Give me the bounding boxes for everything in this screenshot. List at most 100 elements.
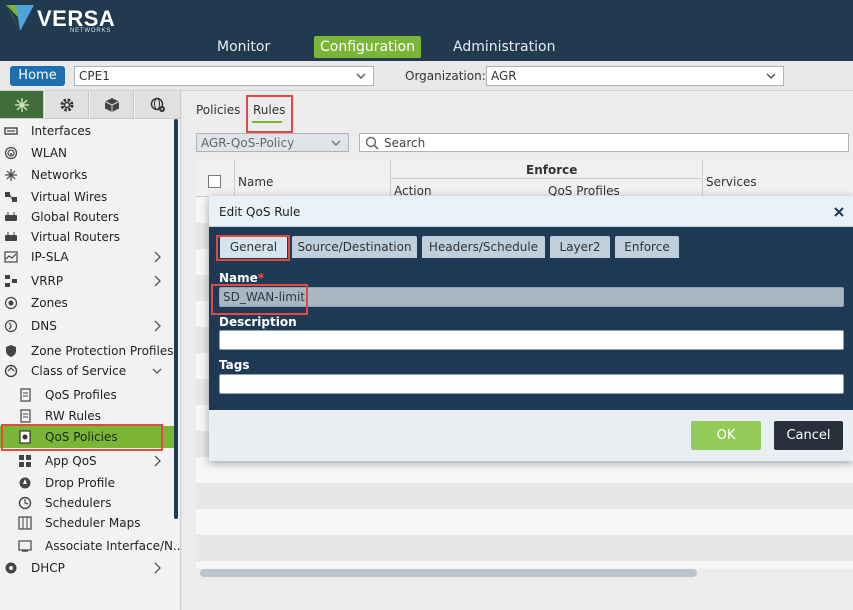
sidebar-item-associate-interface-n[interactable]: Associate Interface/N... bbox=[0, 536, 184, 556]
sidebar-item-interfaces[interactable]: Interfaces bbox=[0, 121, 172, 141]
router-icon bbox=[5, 212, 17, 221]
sidebar-item-qos-profiles[interactable]: QoS Profiles bbox=[0, 385, 172, 405]
sidebar-item-schedulers[interactable]: Schedulers bbox=[0, 493, 172, 513]
vrrp-icon bbox=[5, 275, 17, 287]
sidebar-item-dns[interactable]: DNS bbox=[0, 316, 172, 336]
table-row[interactable] bbox=[196, 483, 853, 509]
nav-tab-configuration[interactable]: Configuration bbox=[314, 36, 421, 58]
chevron-right-icon[interactable] bbox=[152, 562, 162, 574]
column-header-name[interactable]: Name bbox=[238, 175, 273, 189]
nav-tab-administration[interactable]: Administration bbox=[447, 36, 561, 58]
sidebar-item-class-of-service[interactable]: Class of Service bbox=[0, 361, 172, 381]
sidebar-tab-settings[interactable] bbox=[45, 91, 89, 119]
search-icon bbox=[365, 136, 379, 150]
tags-label: Tags bbox=[219, 358, 250, 372]
sidebar-item-label: Zone Protection Profiles bbox=[31, 344, 174, 358]
device-select-value: CPE1 bbox=[79, 69, 110, 83]
sidebar-item-networks[interactable]: Networks bbox=[0, 165, 172, 185]
sidebar-item-vrrp[interactable]: VRRP bbox=[0, 271, 172, 291]
horizontal-scrollbar[interactable] bbox=[200, 569, 697, 577]
drop-icon bbox=[19, 477, 31, 489]
chevron-down-icon bbox=[356, 73, 366, 79]
tab-source-destination[interactable]: Source/Destination bbox=[292, 236, 417, 258]
search-placeholder: Search bbox=[384, 136, 426, 150]
sidebar-item-label: DHCP bbox=[31, 561, 65, 575]
cube-icon bbox=[104, 97, 119, 112]
search-input[interactable]: Search bbox=[359, 133, 849, 152]
sidebar-item-scheduler-maps[interactable]: Scheduler Maps bbox=[0, 513, 172, 533]
cos-icon bbox=[4, 364, 18, 378]
description-field[interactable] bbox=[219, 330, 844, 350]
policy-select-value: AGR-QoS-Policy bbox=[201, 136, 295, 150]
name-field[interactable] bbox=[219, 287, 844, 307]
table-row[interactable] bbox=[196, 509, 853, 535]
sidebar-item-wlan[interactable]: WLAN bbox=[0, 143, 172, 163]
select-all-checkbox[interactable] bbox=[208, 175, 221, 188]
column-divider bbox=[234, 159, 235, 197]
sidebar-tab-services[interactable] bbox=[135, 91, 181, 119]
chevron-right-icon[interactable] bbox=[152, 275, 162, 287]
sidebar-tab-objects[interactable] bbox=[90, 91, 134, 119]
tab-headers-schedule[interactable]: Headers/Schedule bbox=[422, 236, 545, 258]
chevron-down-icon[interactable] bbox=[152, 365, 162, 377]
chevron-right-icon[interactable] bbox=[152, 455, 162, 467]
ok-button[interactable]: OK bbox=[691, 421, 761, 450]
sidebar-item-label: Virtual Routers bbox=[31, 230, 121, 244]
sidebar-item-ip-sla[interactable]: IP-SLA bbox=[0, 247, 172, 267]
sidebar-item-zones[interactable]: Zones bbox=[0, 293, 172, 313]
home-button[interactable]: Home bbox=[10, 66, 65, 86]
dhcp-icon bbox=[5, 562, 17, 574]
name-label-text: Name bbox=[219, 271, 258, 285]
associate-icon bbox=[18, 540, 32, 552]
sidebar-item-label: Class of Service bbox=[31, 364, 127, 378]
tab-policies[interactable]: Policies bbox=[196, 103, 240, 117]
chevron-right-icon[interactable] bbox=[152, 320, 162, 332]
sidebar-item-label: DNS bbox=[31, 319, 57, 333]
wifi-icon bbox=[4, 146, 18, 160]
sidebar-item-dhcp[interactable]: DHCP bbox=[0, 558, 172, 578]
sidebar-item-label: RW Rules bbox=[45, 409, 101, 423]
sidebar-item-virtual-routers[interactable]: Virtual Routers bbox=[0, 227, 172, 247]
sidebar-item-global-routers[interactable]: Global Routers bbox=[0, 207, 172, 227]
sidebar-item-rw-rules[interactable]: RW Rules bbox=[0, 406, 172, 426]
versa-logo[interactable]: VERSA NETWORKS bbox=[6, 5, 116, 34]
column-header-services[interactable]: Services bbox=[706, 175, 757, 189]
edit-qos-rule-dialog: Edit QoS Rule General Source/Destination… bbox=[209, 196, 853, 461]
column-divider bbox=[702, 159, 703, 197]
policy-select[interactable]: AGR-QoS-Policy bbox=[196, 133, 349, 152]
chevron-down-icon bbox=[766, 73, 776, 79]
tab-layer2[interactable]: Layer2 bbox=[550, 236, 610, 258]
dialog-footer: OK Cancel bbox=[209, 410, 853, 461]
scheduler-icon bbox=[18, 496, 32, 510]
annotation-highlight-general-tab bbox=[216, 235, 290, 261]
dialog-header: Edit QoS Rule bbox=[209, 196, 853, 227]
sidebar: Interfaces WLAN Networks Virtual Wires Globa… bbox=[0, 91, 184, 610]
document-icon bbox=[20, 409, 31, 423]
sidebar-tab-networking[interactable] bbox=[0, 91, 44, 119]
sidebar-tabs bbox=[0, 91, 181, 119]
organization-select-value: AGR bbox=[491, 69, 517, 83]
chevron-right-icon[interactable] bbox=[152, 251, 162, 263]
nav-tab-monitor[interactable]: Monitor bbox=[211, 36, 276, 58]
sidebar-scrollbar[interactable] bbox=[174, 119, 178, 519]
organization-select[interactable]: AGR bbox=[486, 66, 784, 86]
chevron-down-icon bbox=[331, 140, 341, 146]
close-icon[interactable] bbox=[833, 206, 845, 218]
tab-enforce[interactable]: Enforce bbox=[615, 236, 679, 258]
network-icon bbox=[14, 97, 29, 112]
sidebar-item-label: Drop Profile bbox=[45, 476, 115, 490]
sidebar-item-app-qos[interactable]: App QoS bbox=[0, 451, 172, 471]
device-select[interactable]: CPE1 bbox=[74, 66, 374, 86]
sidebar-item-virtual-wires[interactable]: Virtual Wires bbox=[0, 187, 172, 207]
zone-icon bbox=[4, 296, 18, 310]
cancel-button[interactable]: Cancel bbox=[774, 421, 843, 450]
sidebar-item-zone-protection-profiles[interactable]: Zone Protection Profiles bbox=[0, 341, 174, 361]
sla-icon bbox=[4, 251, 18, 263]
sidebar-item-drop-profile[interactable]: Drop Profile bbox=[0, 473, 172, 493]
required-marker: * bbox=[257, 271, 265, 285]
interface-icon bbox=[4, 127, 18, 135]
table-row[interactable] bbox=[196, 535, 853, 561]
sidebar-item-label: Interfaces bbox=[31, 124, 91, 138]
column-group-enforce: Enforce bbox=[526, 163, 578, 177]
tags-field[interactable] bbox=[219, 374, 844, 394]
